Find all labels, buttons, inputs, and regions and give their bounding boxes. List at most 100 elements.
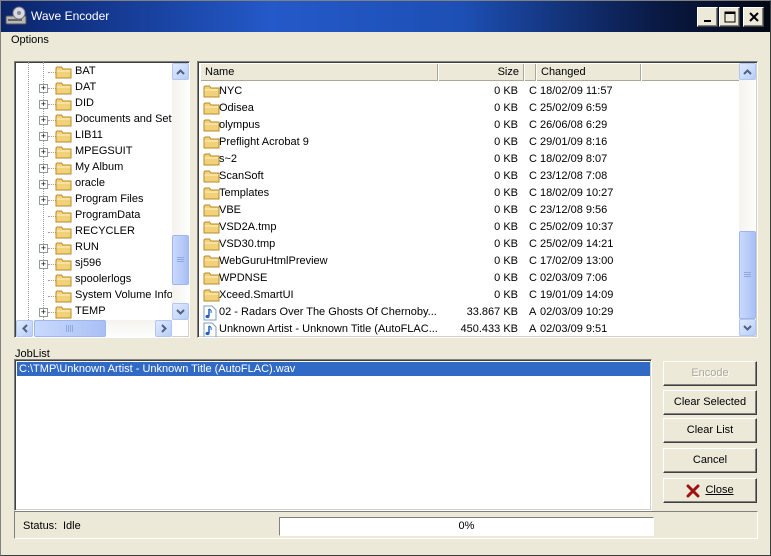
- job-list[interactable]: C:\TMP\Unknown Artist - Unknown Title (A…: [14, 359, 652, 511]
- tree-item-label: LIB11: [75, 129, 103, 141]
- maximize-button[interactable]: [719, 7, 740, 27]
- folder-icon: [203, 118, 220, 135]
- file-row[interactable]: Templates0 KBC18/02/09 10:27: [200, 185, 740, 202]
- file-row[interactable]: Odisea0 KBC25/02/09 6:59: [200, 100, 740, 117]
- expand-icon[interactable]: +: [39, 180, 48, 189]
- expand-icon[interactable]: +: [39, 164, 48, 173]
- file-size: 0 KB: [400, 170, 518, 182]
- tree-item-label: RECYCLER: [75, 225, 135, 237]
- tree-item-label: sj596: [75, 257, 101, 269]
- file-attr: C: [529, 255, 537, 267]
- file-name: NYC: [219, 85, 242, 97]
- menu-options[interactable]: Options: [11, 34, 49, 46]
- tree-item[interactable]: + My Album: [15, 160, 175, 176]
- tree-item[interactable]: RECYCLER: [15, 224, 175, 240]
- file-changed: 18/02/09 10:27: [540, 187, 613, 199]
- status-bar: Status: Idle 0%: [14, 511, 758, 539]
- tree-item[interactable]: + LIB11: [15, 128, 175, 144]
- file-row[interactable]: olympus0 KBC26/06/08 6:29: [200, 117, 740, 134]
- wave-encoder-window: Wave Encoder Options BAT+DAT+DID+Documen…: [0, 0, 771, 556]
- expand-icon[interactable]: +: [39, 244, 48, 253]
- file-name: VSD2A.tmp: [219, 221, 276, 233]
- folder-icon: [203, 186, 220, 203]
- title-bar[interactable]: Wave Encoder: [1, 1, 770, 32]
- column-header-size[interactable]: Size: [438, 64, 524, 81]
- pane-splitter[interactable]: [191, 59, 196, 341]
- scroll-down-button[interactable]: [739, 319, 756, 336]
- file-size: 0 KB: [400, 255, 518, 267]
- file-attr: C: [529, 85, 537, 97]
- scroll-thumb[interactable]: [739, 231, 756, 319]
- file-row[interactable]: s~20 KBC18/02/09 8:07: [200, 151, 740, 168]
- file-attr: C: [529, 187, 537, 199]
- column-header-name[interactable]: Name: [200, 64, 438, 81]
- tree-item[interactable]: +DAT: [15, 80, 175, 96]
- cancel-button[interactable]: Cancel: [663, 448, 757, 473]
- tree-item-label: RUN: [75, 241, 99, 253]
- file-row[interactable]: ScanSoft0 KBC23/12/08 7:08: [200, 168, 740, 185]
- file-changed: 18/02/09 11:57: [540, 85, 613, 97]
- tree-item[interactable]: ProgramData: [15, 208, 175, 224]
- maximize-icon: [724, 11, 736, 23]
- tree-horizontal-scrollbar[interactable]: [16, 320, 172, 337]
- file-row[interactable]: VSD30.tmp0 KBC25/02/09 14:21: [200, 236, 740, 253]
- tree-item[interactable]: + RUN: [15, 240, 175, 256]
- expand-icon[interactable]: +: [39, 84, 48, 93]
- scroll-left-button[interactable]: [16, 320, 33, 337]
- tree-item[interactable]: + TEMP: [15, 304, 175, 320]
- expand-icon[interactable]: +: [39, 148, 48, 157]
- file-name: VBE: [219, 204, 241, 216]
- tree-item[interactable]: spoolerlogs: [15, 272, 175, 288]
- tree-item-label: My Album: [75, 161, 123, 173]
- file-row[interactable]: WPDNSE0 KBC02/03/09 7:06: [200, 270, 740, 287]
- expand-icon[interactable]: +: [39, 260, 48, 269]
- column-header-changed[interactable]: Changed: [536, 64, 641, 81]
- file-list-vertical-scrollbar[interactable]: [739, 63, 756, 336]
- tree-item[interactable]: +DID: [15, 96, 175, 112]
- scroll-down-button[interactable]: [172, 303, 189, 320]
- file-row[interactable]: VSD2A.tmp0 KBC25/02/09 10:37: [200, 219, 740, 236]
- scroll-up-button[interactable]: [739, 63, 756, 80]
- tree-item[interactable]: System Volume Info: [15, 288, 175, 304]
- tree-item-label: TEMP: [75, 305, 106, 317]
- scroll-thumb[interactable]: [172, 235, 189, 285]
- job-list-item[interactable]: C:\TMP\Unknown Artist - Unknown Title (A…: [17, 362, 650, 376]
- file-row[interactable]: VBE0 KBC23/12/08 9:56: [200, 202, 740, 219]
- folder-icon: [203, 220, 220, 237]
- expand-icon[interactable]: +: [39, 308, 48, 317]
- scroll-right-button[interactable]: [155, 320, 172, 337]
- clear-selected-button[interactable]: Clear Selected: [663, 390, 757, 415]
- file-row[interactable]: Preflight Acrobat 90 KBC29/01/09 8:16: [200, 134, 740, 151]
- expand-icon[interactable]: +: [39, 132, 48, 141]
- file-row[interactable]: Unknown Artist - Unknown Title (AutoFLAC…: [200, 321, 740, 338]
- minimize-button[interactable]: [697, 7, 718, 27]
- file-changed: 25/02/09 14:21: [540, 238, 613, 250]
- file-list[interactable]: Name Size Changed NYC0 KBC18/02/09 11:57…: [197, 61, 758, 338]
- encode-button[interactable]: Encode: [663, 361, 757, 386]
- file-row[interactable]: Xceed.SmartUI0 KBC19/01/09 14:09: [200, 287, 740, 304]
- tree-item[interactable]: +oracle: [15, 176, 175, 192]
- file-row[interactable]: NYC0 KBC18/02/09 11:57: [200, 83, 740, 100]
- scroll-up-button[interactable]: [172, 63, 189, 80]
- file-attr: C: [529, 170, 537, 182]
- tree-item[interactable]: + sj596: [15, 256, 175, 272]
- close-window-button[interactable]: [743, 7, 764, 27]
- clear-list-button[interactable]: Clear List: [663, 418, 757, 443]
- tree-item[interactable]: +Program Files: [15, 192, 175, 208]
- file-row[interactable]: WebGuruHtmlPreview0 KBC17/02/09 13:00: [200, 253, 740, 270]
- file-attr: C: [529, 272, 537, 284]
- folder-tree[interactable]: BAT+DAT+DID+Documents and Sett+LIB11+MPE…: [14, 61, 190, 338]
- tree-item[interactable]: +MPEGSUIT: [15, 144, 175, 160]
- tree-item[interactable]: +Documents and Sett: [15, 112, 175, 128]
- tree-item[interactable]: BAT: [15, 64, 175, 80]
- expand-icon[interactable]: +: [39, 116, 48, 125]
- tree-vertical-scrollbar[interactable]: [172, 63, 189, 320]
- file-name: Xceed.SmartUI: [219, 289, 294, 301]
- column-header-attr[interactable]: [524, 64, 536, 81]
- expand-icon[interactable]: +: [39, 100, 48, 109]
- scroll-thumb[interactable]: [34, 320, 106, 337]
- close-button[interactable]: Close: [663, 478, 757, 503]
- file-row[interactable]: 02 - Radars Over The Ghosts Of Chernoby.…: [200, 304, 740, 321]
- file-changed: 23/12/08 9:56: [540, 204, 607, 216]
- expand-icon[interactable]: +: [39, 196, 48, 205]
